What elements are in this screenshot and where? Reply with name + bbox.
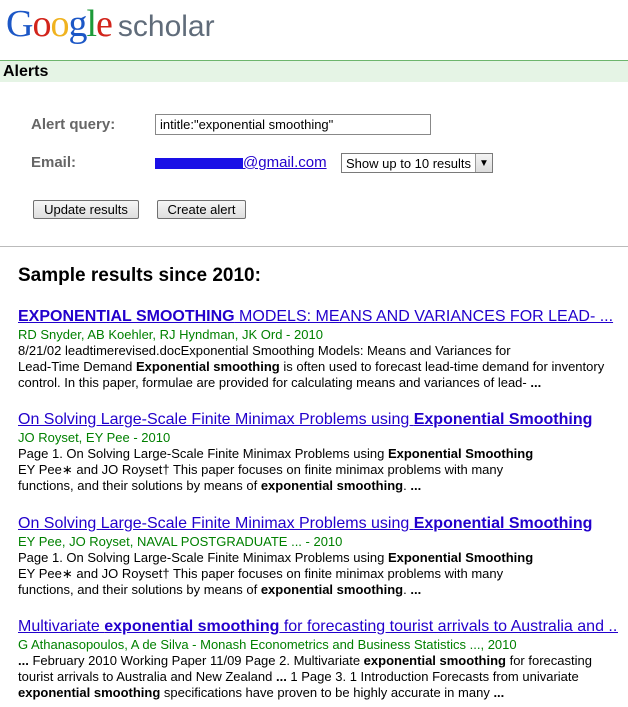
highlighted-term: exponential smoothing: [260, 478, 404, 493]
text-segment: tourist arrivals to Australia and New Ze…: [18, 669, 276, 684]
snippet-line: control. In this paper, formulae are pro…: [18, 375, 618, 391]
result-snippet: Page 1. On Solving Large-Scale Finite Mi…: [18, 550, 618, 598]
snippet-line: Page 1. On Solving Large-Scale Finite Mi…: [18, 550, 618, 566]
highlighted-term: ...: [530, 375, 542, 390]
result-title-link[interactable]: On Solving Large-Scale Finite Minimax Pr…: [18, 410, 618, 429]
text-segment: February 2010 Working Paper 11/09 Page 2…: [28, 653, 364, 668]
snippet-line: EY Pee∗ and JO Royset† This paper focuse…: [18, 462, 618, 478]
text-segment: for forecasting: [505, 653, 592, 668]
results-count-value: Show up to 10 results: [346, 155, 472, 171]
result-authors: JO Royset, EY Pee - 2010: [18, 430, 171, 445]
result-title-link[interactable]: Multivariate exponential smoothing for f…: [18, 617, 618, 636]
text-segment: Page 1. On Solving Large-Scale Finite Mi…: [18, 550, 388, 565]
logo-letter: G: [6, 3, 33, 45]
highlighted-term: Exponential Smoothing: [413, 411, 593, 428]
snippet-line: 8/21/02 leadtimerevised.docExponential S…: [18, 343, 618, 359]
snippet-line: functions, and their solutions by means …: [18, 582, 618, 598]
logo-letter: l: [86, 3, 97, 45]
text-segment: On Solving Large-Scale Finite Minimax Pr…: [18, 515, 414, 532]
text-segment: functions, and their solutions by means …: [18, 478, 261, 493]
chevron-down-icon[interactable]: ▼: [475, 154, 492, 172]
text-segment: 8/21/02 leadtimerevised.docExponential S…: [18, 343, 511, 358]
snippet-line: EY Pee∗ and JO Royset† This paper focuse…: [18, 566, 618, 582]
text-segment: Lead-Time Demand: [18, 359, 137, 374]
result-snippet: ... February 2010 Working Paper 11/09 Pa…: [18, 653, 618, 701]
text-segment: specifications have proven to be highly …: [160, 685, 494, 700]
logo-letter: g: [68, 3, 87, 45]
email-address-link[interactable]: @gmail.com: [243, 154, 327, 171]
text-segment: functions, and their solutions by means …: [18, 582, 261, 597]
highlighted-term: exponential smoothing: [260, 582, 404, 597]
results-count-select[interactable]: Show up to 10 results ▼: [341, 153, 493, 173]
google-wordmark: Google: [6, 2, 113, 46]
sample-results-heading: Sample results since 2010:: [18, 265, 261, 286]
update-results-button[interactable]: Update results: [33, 200, 139, 219]
alert-query-label: Alert query:: [31, 116, 116, 133]
logo-letter: o: [32, 3, 51, 45]
highlighted-term: EXPONENTIAL SMOOTHING: [18, 308, 235, 325]
create-alert-button[interactable]: Create alert: [157, 200, 246, 219]
text-segment: EY Pee∗ and JO Royset† This paper focuse…: [18, 462, 504, 477]
snippet-line: exponential smoothing specifications hav…: [18, 685, 618, 701]
text-segment: Multivariate: [18, 618, 105, 635]
result-snippet: 8/21/02 leadtimerevised.docExponential S…: [18, 343, 618, 391]
snippet-line: Lead-Time Demand Exponential smoothing i…: [18, 359, 618, 375]
highlighted-term: ...: [275, 669, 287, 684]
result-item: On Solving Large-Scale Finite Minimax Pr…: [18, 514, 618, 598]
alerts-header-bar: Alerts: [0, 60, 628, 82]
highlighted-term: Exponential Smoothing: [387, 446, 534, 461]
text-segment: 1 Page 3. 1 Introduction Forecasts from …: [286, 669, 579, 684]
logo-letter: o: [50, 3, 69, 45]
result-title-link[interactable]: EXPONENTIAL SMOOTHING MODELS: MEANS AND …: [18, 307, 618, 326]
email-redaction: [155, 158, 243, 169]
google-scholar-logo[interactable]: Google scholar: [6, 2, 215, 46]
result-item: EXPONENTIAL SMOOTHING MODELS: MEANS AND …: [18, 307, 618, 391]
result-item: Multivariate exponential smoothing for f…: [18, 617, 618, 701]
snippet-line: Page 1. On Solving Large-Scale Finite Mi…: [18, 446, 618, 462]
highlighted-term: Exponential Smoothing: [413, 515, 593, 532]
highlighted-term: exponential smoothing: [363, 653, 506, 668]
alerts-title: Alerts: [3, 63, 49, 80]
highlighted-term: ...: [18, 653, 29, 668]
highlighted-term: ...: [410, 478, 422, 493]
snippet-line: tourist arrivals to Australia and New Ze…: [18, 669, 618, 685]
logo-letter: e: [96, 3, 113, 45]
highlighted-term: ...: [493, 685, 505, 700]
snippet-line: functions, and their solutions by means …: [18, 478, 618, 494]
highlighted-term: Exponential Smoothing: [387, 550, 534, 565]
highlighted-term: ...: [410, 582, 422, 597]
result-authors: EY Pee, JO Royset, NAVAL POSTGRADUATE ..…: [18, 534, 343, 549]
highlighted-term: exponential smoothing: [18, 685, 161, 700]
text-segment: control. In this paper, formulae are pro…: [18, 375, 531, 390]
result-item: On Solving Large-Scale Finite Minimax Pr…: [18, 410, 618, 494]
email-label: Email:: [31, 154, 77, 171]
text-segment: for forecasting tourist arrivals to Aust…: [279, 618, 618, 635]
text-segment: Page 1. On Solving Large-Scale Finite Mi…: [18, 446, 388, 461]
text-segment: EY Pee∗ and JO Royset† This paper focuse…: [18, 566, 504, 581]
section-divider: [0, 246, 628, 247]
alert-query-input[interactable]: [155, 114, 431, 135]
text-segment: On Solving Large-Scale Finite Minimax Pr…: [18, 411, 414, 428]
text-segment: is often used to forecast lead-time dema…: [279, 359, 605, 374]
scholar-wordmark: scholar: [117, 10, 215, 43]
result-authors: RD Snyder, AB Koehler, RJ Hyndman, JK Or…: [18, 327, 323, 342]
result-authors: G Athanasopoulos, A de Silva - Monash Ec…: [18, 637, 517, 652]
result-title-link[interactable]: On Solving Large-Scale Finite Minimax Pr…: [18, 514, 618, 533]
text-segment: MODELS: MEANS AND VARIANCES FOR LEAD- ..…: [234, 308, 614, 325]
highlighted-term: Exponential smoothing: [136, 359, 280, 374]
highlighted-term: exponential smoothing: [104, 618, 280, 635]
result-snippet: Page 1. On Solving Large-Scale Finite Mi…: [18, 446, 618, 494]
snippet-line: ... February 2010 Working Paper 11/09 Pa…: [18, 653, 618, 669]
